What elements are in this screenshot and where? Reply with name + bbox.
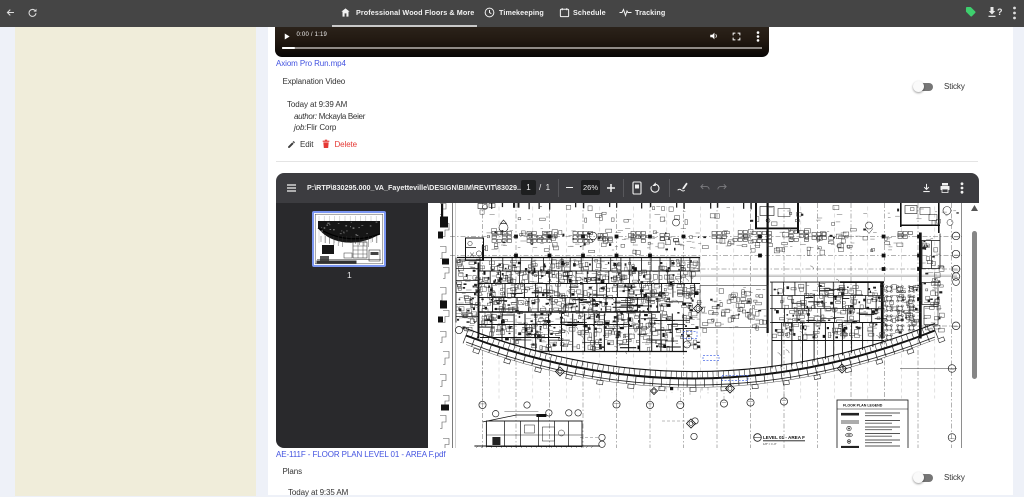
svg-text:1/8" = 1'-0": 1/8" = 1'-0" — [763, 442, 777, 446]
svg-text:FLOOR PLAN LEGEND: FLOOR PLAN LEGEND — [843, 403, 883, 407]
svg-text:LEVEL 01 - AREA F: LEVEL 01 - AREA F — [763, 435, 805, 440]
